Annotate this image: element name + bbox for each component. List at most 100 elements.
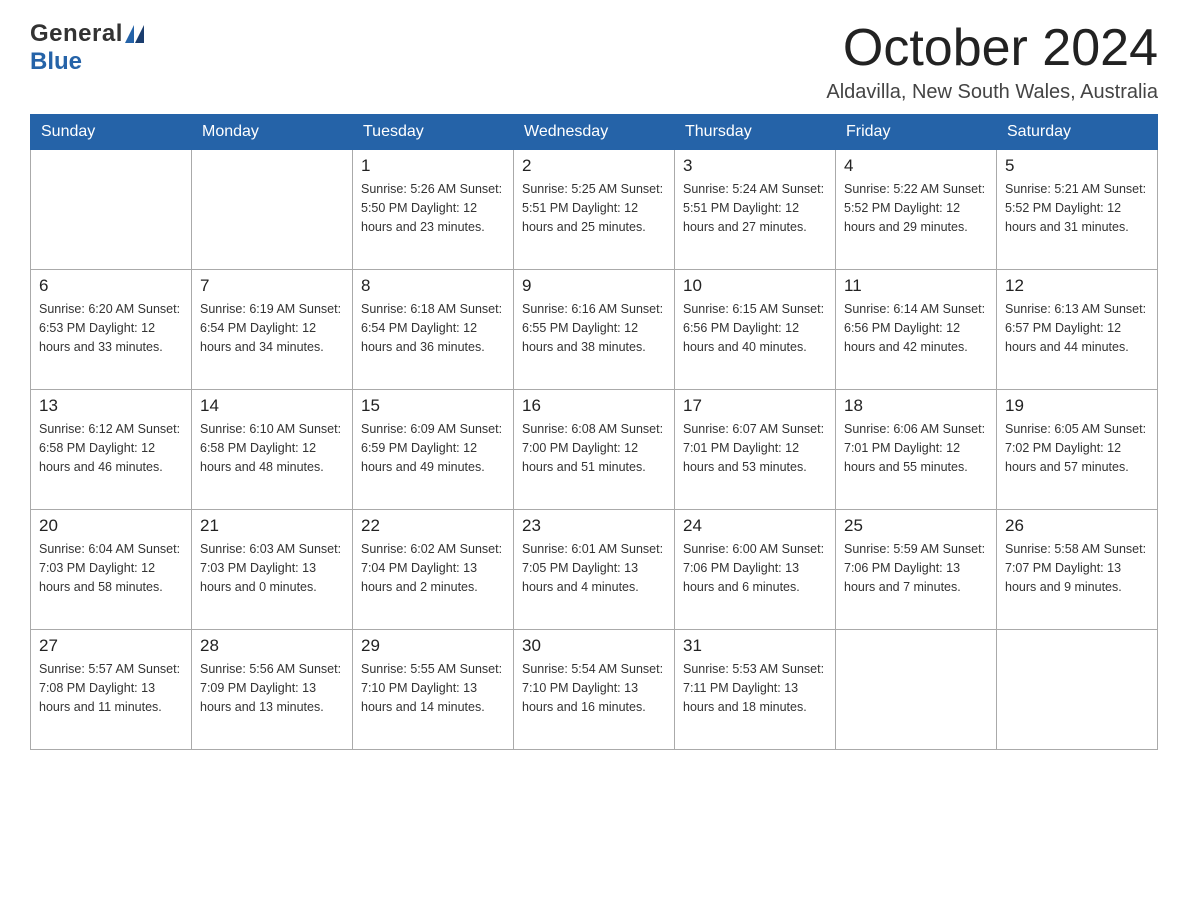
day-info: Sunrise: 6:04 AM Sunset: 7:03 PM Dayligh… — [39, 540, 183, 596]
day-number: 15 — [361, 396, 505, 416]
day-info: Sunrise: 6:08 AM Sunset: 7:00 PM Dayligh… — [522, 420, 666, 476]
calendar-cell: 7 Sunrise: 6:19 AM Sunset: 6:54 PM Daylig… — [192, 270, 353, 390]
day-info: Sunrise: 6:16 AM Sunset: 6:55 PM Dayligh… — [522, 300, 666, 356]
calendar-cell: 15 Sunrise: 6:09 AM Sunset: 6:59 PM Dayli… — [353, 390, 514, 510]
calendar-cell: 4 Sunrise: 5:22 AM Sunset: 5:52 PM Daylig… — [836, 150, 997, 270]
calendar-header-row: SundayMondayTuesdayWednesdayThursdayFrid… — [31, 115, 1158, 150]
calendar-cell — [836, 630, 997, 750]
calendar-cell — [997, 630, 1158, 750]
weekday-header-friday: Friday — [836, 115, 997, 150]
day-info: Sunrise: 5:25 AM Sunset: 5:51 PM Dayligh… — [522, 180, 666, 236]
day-info: Sunrise: 6:09 AM Sunset: 6:59 PM Dayligh… — [361, 420, 505, 476]
day-info: Sunrise: 6:00 AM Sunset: 7:06 PM Dayligh… — [683, 540, 827, 596]
day-number: 28 — [200, 636, 344, 656]
calendar-cell: 19Sunrise: 6:05 AM Sunset: 7:02 PM Dayli… — [997, 390, 1158, 510]
calendar-cell: 25 Sunrise: 5:59 AM Sunset: 7:06 PM Dayli… — [836, 510, 997, 630]
day-number: 1 — [361, 156, 505, 176]
day-info: Sunrise: 6:02 AM Sunset: 7:04 PM Dayligh… — [361, 540, 505, 596]
day-number: 26 — [1005, 516, 1149, 536]
calendar-cell: 3Sunrise: 5:24 AM Sunset: 5:51 PM Daylig… — [675, 150, 836, 270]
calendar-cell: 17 Sunrise: 6:07 AM Sunset: 7:01 PM Dayli… — [675, 390, 836, 510]
weekday-header-thursday: Thursday — [675, 115, 836, 150]
calendar-week-2: 6Sunrise: 6:20 AM Sunset: 6:53 PM Daylig… — [31, 270, 1158, 390]
day-number: 21 — [200, 516, 344, 536]
day-number: 8 — [361, 276, 505, 296]
calendar-cell: 21 Sunrise: 6:03 AM Sunset: 7:03 PM Dayli… — [192, 510, 353, 630]
day-number: 7 — [200, 276, 344, 296]
day-number: 31 — [683, 636, 827, 656]
day-number: 19 — [1005, 396, 1149, 416]
weekday-header-saturday: Saturday — [997, 115, 1158, 150]
day-info: Sunrise: 6:12 AM Sunset: 6:58 PM Dayligh… — [39, 420, 183, 476]
day-number: 12 — [1005, 276, 1149, 296]
day-info: Sunrise: 6:14 AM Sunset: 6:56 PM Dayligh… — [844, 300, 988, 356]
day-number: 22 — [361, 516, 505, 536]
day-number: 18 — [844, 396, 988, 416]
day-info: Sunrise: 6:06 AM Sunset: 7:01 PM Dayligh… — [844, 420, 988, 476]
day-info: Sunrise: 5:22 AM Sunset: 5:52 PM Dayligh… — [844, 180, 988, 236]
day-number: 23 — [522, 516, 666, 536]
day-number: 13 — [39, 396, 183, 416]
day-info: Sunrise: 5:55 AM Sunset: 7:10 PM Dayligh… — [361, 660, 505, 716]
calendar-cell: 31 Sunrise: 5:53 AM Sunset: 7:11 PM Dayli… — [675, 630, 836, 750]
day-number: 20 — [39, 516, 183, 536]
day-info: Sunrise: 6:18 AM Sunset: 6:54 PM Dayligh… — [361, 300, 505, 356]
logo-icon — [125, 25, 144, 43]
logo-general-text: General — [30, 20, 123, 48]
calendar-week-1: 1Sunrise: 5:26 AM Sunset: 5:50 PM Daylig… — [31, 150, 1158, 270]
day-number: 16 — [522, 396, 666, 416]
weekday-header-monday: Monday — [192, 115, 353, 150]
day-number: 29 — [361, 636, 505, 656]
calendar-cell: 13 Sunrise: 6:12 AM Sunset: 6:58 PM Dayli… — [31, 390, 192, 510]
day-info: Sunrise: 6:10 AM Sunset: 6:58 PM Dayligh… — [200, 420, 344, 476]
weekday-header-tuesday: Tuesday — [353, 115, 514, 150]
day-info: Sunrise: 5:53 AM Sunset: 7:11 PM Dayligh… — [683, 660, 827, 716]
day-number: 25 — [844, 516, 988, 536]
day-number: 9 — [522, 276, 666, 296]
day-number: 5 — [1005, 156, 1149, 176]
day-info: Sunrise: 5:21 AM Sunset: 5:52 PM Dayligh… — [1005, 180, 1149, 236]
day-number: 10 — [683, 276, 827, 296]
day-number: 24 — [683, 516, 827, 536]
calendar-cell — [192, 150, 353, 270]
calendar-cell — [31, 150, 192, 270]
calendar-cell: 28 Sunrise: 5:56 AM Sunset: 7:09 PM Dayli… — [192, 630, 353, 750]
calendar-cell: 16 Sunrise: 6:08 AM Sunset: 7:00 PM Dayli… — [514, 390, 675, 510]
day-info: Sunrise: 6:20 AM Sunset: 6:53 PM Dayligh… — [39, 300, 183, 356]
calendar-table: SundayMondayTuesdayWednesdayThursdayFrid… — [30, 114, 1158, 750]
calendar-week-4: 20 Sunrise: 6:04 AM Sunset: 7:03 PM Dayli… — [31, 510, 1158, 630]
day-number: 3 — [683, 156, 827, 176]
calendar-cell: 14 Sunrise: 6:10 AM Sunset: 6:58 PM Dayli… — [192, 390, 353, 510]
calendar-cell: 26Sunrise: 5:58 AM Sunset: 7:07 PM Dayli… — [997, 510, 1158, 630]
day-info: Sunrise: 6:15 AM Sunset: 6:56 PM Dayligh… — [683, 300, 827, 356]
day-number: 4 — [844, 156, 988, 176]
calendar-cell: 23 Sunrise: 6:01 AM Sunset: 7:05 PM Dayli… — [514, 510, 675, 630]
day-number: 11 — [844, 276, 988, 296]
page-header: General Blue October 2024 Aldavilla, New… — [30, 20, 1158, 104]
day-number: 14 — [200, 396, 344, 416]
day-info: Sunrise: 6:03 AM Sunset: 7:03 PM Dayligh… — [200, 540, 344, 596]
calendar-cell: 30 Sunrise: 5:54 AM Sunset: 7:10 PM Dayli… — [514, 630, 675, 750]
logo: General Blue — [30, 20, 144, 76]
calendar-cell: 20 Sunrise: 6:04 AM Sunset: 7:03 PM Dayli… — [31, 510, 192, 630]
day-info: Sunrise: 5:54 AM Sunset: 7:10 PM Dayligh… — [522, 660, 666, 716]
day-info: Sunrise: 6:13 AM Sunset: 6:57 PM Dayligh… — [1005, 300, 1149, 356]
day-number: 2 — [522, 156, 666, 176]
calendar-cell: 11 Sunrise: 6:14 AM Sunset: 6:56 PM Dayli… — [836, 270, 997, 390]
calendar-cell: 22 Sunrise: 6:02 AM Sunset: 7:04 PM Dayli… — [353, 510, 514, 630]
calendar-cell: 18 Sunrise: 6:06 AM Sunset: 7:01 PM Dayli… — [836, 390, 997, 510]
day-info: Sunrise: 5:59 AM Sunset: 7:06 PM Dayligh… — [844, 540, 988, 596]
calendar-cell: 9 Sunrise: 6:16 AM Sunset: 6:55 PM Daylig… — [514, 270, 675, 390]
day-info: Sunrise: 6:01 AM Sunset: 7:05 PM Dayligh… — [522, 540, 666, 596]
day-info: Sunrise: 5:56 AM Sunset: 7:09 PM Dayligh… — [200, 660, 344, 716]
day-info: Sunrise: 6:19 AM Sunset: 6:54 PM Dayligh… — [200, 300, 344, 356]
day-number: 17 — [683, 396, 827, 416]
calendar-cell: 27Sunrise: 5:57 AM Sunset: 7:08 PM Dayli… — [31, 630, 192, 750]
logo-blue-text: Blue — [30, 48, 82, 75]
day-number: 30 — [522, 636, 666, 656]
day-number: 27 — [39, 636, 183, 656]
calendar-cell: 10 Sunrise: 6:15 AM Sunset: 6:56 PM Dayli… — [675, 270, 836, 390]
day-info: Sunrise: 6:07 AM Sunset: 7:01 PM Dayligh… — [683, 420, 827, 476]
weekday-header-sunday: Sunday — [31, 115, 192, 150]
calendar-cell: 1Sunrise: 5:26 AM Sunset: 5:50 PM Daylig… — [353, 150, 514, 270]
